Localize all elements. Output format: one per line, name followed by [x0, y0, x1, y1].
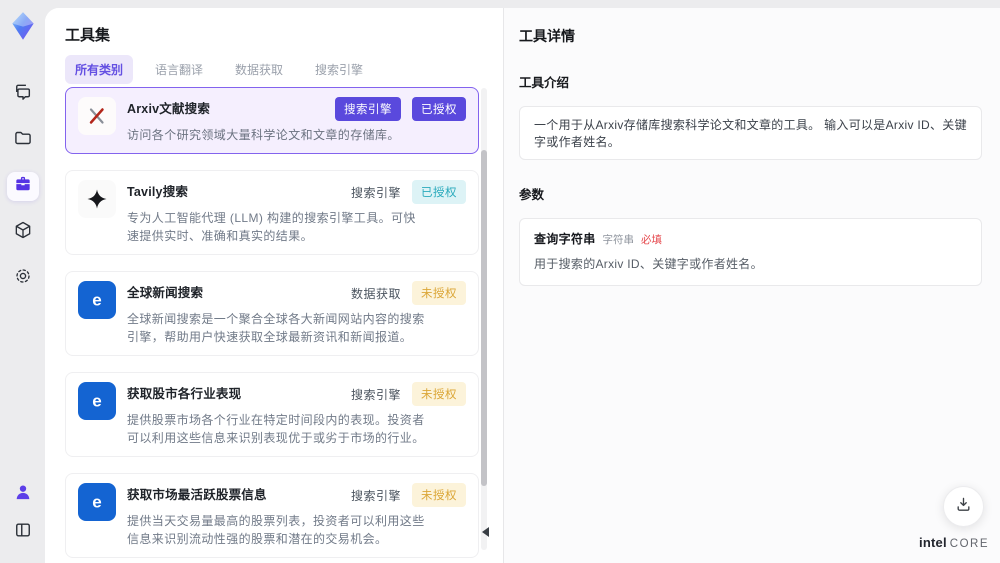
tavily-logo-icon	[78, 180, 116, 218]
svg-text:e: e	[92, 392, 101, 411]
scrollbar-thumb[interactable]	[481, 150, 487, 486]
tool-detail-panel: 工具详情 工具介绍 一个用于从Arxiv存储库搜索科学论文和文章的工具。 输入可…	[503, 8, 1000, 563]
intro-section-title: 工具介绍	[519, 76, 570, 90]
panel-toggle-icon	[13, 520, 33, 545]
sidebar-nav	[0, 80, 45, 293]
tool-description: 访问各个研究领域大量科学论文和文章的存储库。	[127, 128, 400, 142]
package-icon	[13, 220, 33, 245]
tool-card[interactable]: e 全球新闻搜索 数据获取 未授权 全球新闻搜索是一个聚合全球各大新闻网站内容的…	[65, 271, 479, 356]
news-logo-icon: e	[78, 483, 116, 521]
tool-category-badge: 搜索引擎	[350, 185, 401, 200]
tool-name: 获取股市各行业表现	[127, 387, 242, 401]
app-sidebar	[0, 0, 45, 563]
user-icon	[13, 482, 33, 507]
list-scrollbar[interactable]	[481, 88, 487, 550]
category-tab[interactable]: 搜索引擎	[305, 55, 373, 84]
tool-auth-badge: 未授权	[412, 382, 466, 406]
tool-description: 提供股票市场各个行业在特定时间段内的表现。投资者可以利用这些信息来识别表现优于或…	[127, 413, 425, 445]
chat-icon	[13, 82, 33, 107]
toolbox-icon	[13, 174, 33, 199]
sidebar-item-account[interactable]	[7, 480, 39, 509]
tool-card[interactable]: e 获取市场最活跃股票信息 搜索引擎 未授权 提供当天交易量最高的股票列表，投资…	[65, 473, 479, 558]
param-required-badge: 必填	[641, 234, 663, 246]
params-section-title: 参数	[519, 188, 545, 202]
tool-category-badge: 搜索引擎	[335, 97, 401, 121]
tool-list: Arxiv文献搜索 搜索引擎 已授权 访问各个研究领域大量科学论文和文章的存储库…	[65, 87, 479, 563]
news-logo-icon: e	[78, 281, 116, 319]
tool-card[interactable]: Tavily搜索 搜索引擎 已授权 专为人工智能代理 (LLM) 构建的搜索引擎…	[65, 170, 479, 255]
svg-text:e: e	[92, 493, 101, 512]
tool-auth-badge: 已授权	[412, 97, 466, 121]
intel-wordmark: intel	[919, 535, 947, 550]
param-type: 字符串	[602, 234, 635, 246]
tool-category-badge: 搜索引擎	[350, 387, 401, 402]
tool-name: Tavily搜索	[127, 185, 189, 199]
tool-card[interactable]: Arxiv文献搜索 搜索引擎 已授权 访问各个研究领域大量科学论文和文章的存储库…	[65, 87, 479, 154]
tool-description: 全球新闻搜索是一个聚合全球各大新闻网站内容的搜索引擎，帮助用户快速获取全球最新资…	[127, 312, 425, 344]
tool-auth-badge: 未授权	[412, 281, 466, 305]
sidebar-item-chat[interactable]	[7, 80, 39, 109]
download-button[interactable]	[943, 486, 984, 527]
page-title: 工具集	[65, 27, 111, 44]
sidebar-item-toolbox[interactable]	[6, 172, 39, 201]
detail-title: 工具详情	[519, 28, 575, 44]
folder-icon	[13, 128, 33, 153]
news-logo-icon: e	[78, 382, 116, 420]
param-card: 查询字符串 字符串 必填 用于搜索的Arxiv ID、关键字或作者姓名。	[519, 218, 982, 286]
arxiv-logo-icon	[78, 97, 116, 135]
intel-core-logo: intel CORE	[919, 535, 989, 550]
toolset-panel: 工具集 所有类别 语言翻译 数据获取 搜索引擎 Arxiv文献搜索 搜索引擎 已授权 …	[45, 8, 503, 563]
category-tabs: 所有类别 语言翻译 数据获取 搜索引擎	[65, 55, 373, 84]
gem-logo-icon[interactable]	[8, 11, 38, 41]
param-name: 查询字符串	[534, 232, 596, 246]
category-tab[interactable]: 数据获取	[225, 55, 293, 84]
svg-text:e: e	[92, 291, 101, 310]
sidebar-item-settings[interactable]	[7, 264, 39, 293]
settings-gear-icon	[13, 266, 33, 291]
sidebar-item-files[interactable]	[7, 126, 39, 155]
tool-auth-badge: 未授权	[412, 483, 466, 507]
category-tab[interactable]: 所有类别	[65, 55, 134, 84]
sidebar-item-collapse[interactable]	[7, 518, 39, 547]
download-icon	[955, 496, 972, 518]
sidebar-item-packages[interactable]	[7, 218, 39, 247]
tool-name: Arxiv文献搜索	[127, 102, 211, 116]
tool-intro-text: 一个用于从Arxiv存储库搜索科学论文和文章的工具。 输入可以是Arxiv ID…	[519, 106, 982, 160]
tool-name: 全球新闻搜索	[127, 286, 204, 300]
category-tab[interactable]: 语言翻译	[145, 55, 213, 84]
scroll-more-caret-icon	[482, 527, 489, 537]
tool-description: 提供当天交易量最高的股票列表，投资者可以利用这些信息来识别流动性强的股票和潜在的…	[127, 514, 425, 546]
tool-description: 专为人工智能代理 (LLM) 构建的搜索引擎工具。可快速提供实时、准确和真实的结…	[127, 211, 416, 243]
sidebar-bottom	[0, 480, 45, 547]
tool-category-badge: 数据获取	[350, 286, 401, 301]
tool-category-badge: 搜索引擎	[350, 488, 401, 503]
param-description: 用于搜索的Arxiv ID、关键字或作者姓名。	[534, 257, 763, 271]
tool-auth-badge: 已授权	[412, 180, 466, 204]
tool-name: 获取市场最活跃股票信息	[127, 488, 267, 502]
tool-card[interactable]: e 获取股市各行业表现 搜索引擎 未授权 提供股票市场各个行业在特定时间段内的表…	[65, 372, 479, 457]
core-wordmark: CORE	[949, 538, 989, 550]
main-content: 工具集 所有类别 语言翻译 数据获取 搜索引擎 Arxiv文献搜索 搜索引擎 已授权 …	[45, 8, 1000, 563]
